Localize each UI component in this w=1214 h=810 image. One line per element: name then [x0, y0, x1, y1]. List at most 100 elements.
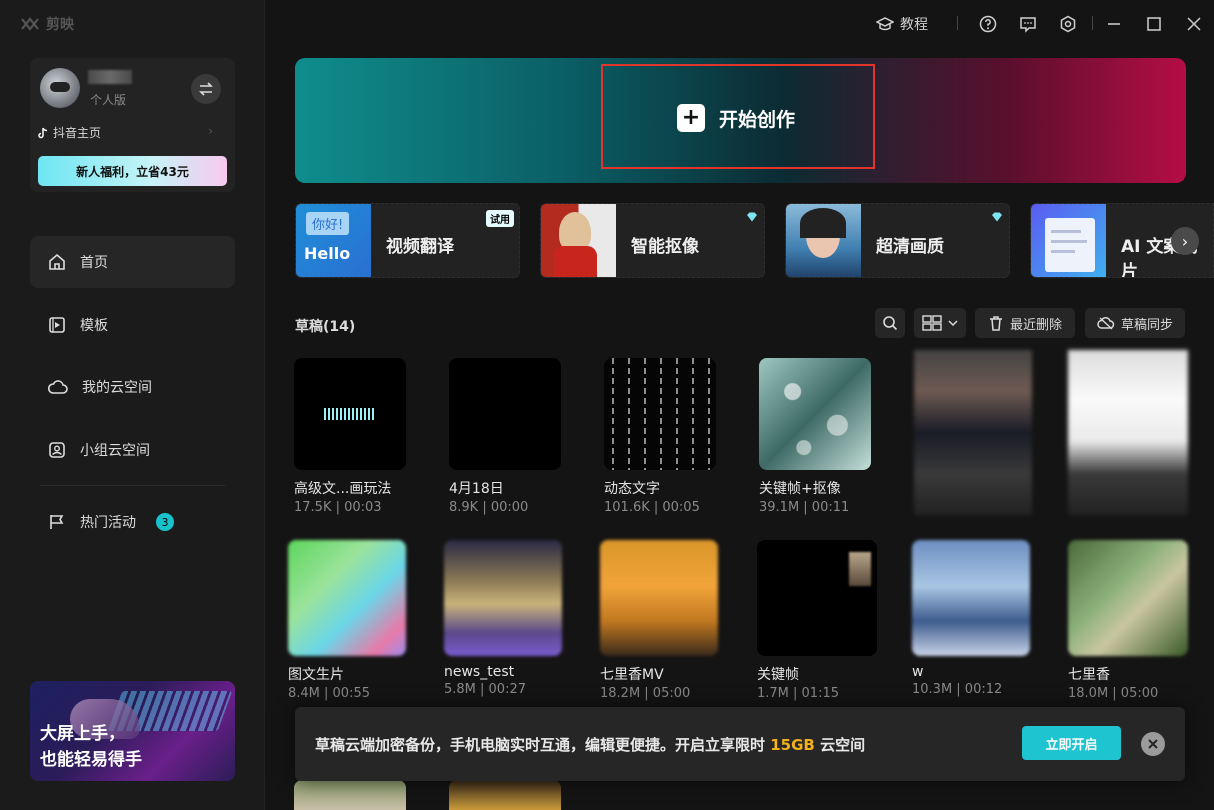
close-window-button[interactable]: [1186, 12, 1202, 36]
cloud-tip-text-after: 云空间: [814, 736, 866, 754]
feature-smart-cutout-label: 智能抠像: [631, 237, 699, 257]
draft-name: w: [912, 664, 924, 680]
cloud-icon: [48, 380, 68, 394]
feature-ai-script-label: AI 文案成片: [1121, 237, 1198, 278]
nav-my-cloud[interactable]: 我的云空间: [30, 361, 235, 413]
graduation-cap-icon: [876, 17, 894, 31]
draft-card[interactable]: [294, 780, 406, 810]
minimize-icon: [1108, 23, 1120, 25]
nav-templates[interactable]: 模板: [30, 299, 235, 351]
draft-sync-label: 草稿同步: [1120, 317, 1173, 333]
draft-meta: 8.4M | 00:55: [288, 686, 370, 701]
draft-thumbnail: [294, 780, 406, 810]
titlebar-separator-2: [1092, 16, 1093, 30]
draft-card[interactable]: 4月18日 8.9K | 00:00: [449, 358, 561, 515]
draft-card-redacted[interactable]: [1068, 350, 1188, 515]
draft-name: 高级文...画玩法: [294, 481, 392, 497]
titlebar-separator: [957, 16, 958, 30]
cloud-backup-tip: 草稿云端加密备份，手机电脑实时互通，编辑更便捷。开启立享限时 15GB 云空间 …: [295, 707, 1185, 781]
draft-card-redacted[interactable]: [914, 350, 1032, 515]
draft-card[interactable]: [449, 780, 561, 810]
feedback-button[interactable]: [1019, 12, 1037, 36]
nav-home-label: 首页: [80, 255, 108, 271]
tutorial-label: 教程: [900, 17, 928, 33]
nav-team-cloud[interactable]: 小组云空间: [30, 424, 235, 476]
draft-name: 关键帧: [757, 667, 799, 683]
chevron-down-icon: [948, 320, 958, 327]
draft-name: 七里香MV: [600, 667, 664, 683]
draft-name: news_test: [444, 664, 515, 680]
maximize-button[interactable]: [1146, 12, 1162, 36]
enable-cloud-button[interactable]: 立即开启: [1022, 726, 1121, 760]
draft-card[interactable]: w 10.3M | 00:12: [912, 540, 1030, 697]
new-user-promo-button[interactable]: 新人福利，立省43元: [38, 156, 227, 186]
draft-thumbnail: [1068, 540, 1188, 656]
hd-quality-thumb: [786, 204, 861, 277]
feature-video-translate[interactable]: 你好! Hello 视频翻译 试用: [295, 203, 520, 278]
minimize-button[interactable]: [1106, 12, 1122, 36]
feature-video-translate-label: 视频翻译: [386, 237, 454, 257]
feature-smart-cutout[interactable]: 智能抠像: [540, 203, 765, 278]
draft-thumbnail: [757, 540, 877, 656]
switch-account-button[interactable]: [191, 74, 221, 104]
draft-meta: 8.9K | 00:00: [449, 500, 529, 515]
home-icon: [49, 253, 65, 270]
avatar[interactable]: [40, 68, 80, 108]
search-icon: [883, 316, 898, 331]
recently-deleted-label: 最近删除: [1009, 317, 1062, 333]
draft-card[interactable]: news_test 5.8M | 00:27: [444, 540, 562, 697]
smart-cutout-thumb: [541, 204, 616, 277]
draft-card[interactable]: 七里香MV 18.2M | 05:00: [600, 540, 718, 701]
feedback-icon: [1020, 17, 1036, 33]
draft-name: 七里香: [1068, 667, 1110, 683]
draft-card[interactable]: 动态文字 101.6K | 00:05: [604, 358, 716, 515]
draft-card[interactable]: 图文生片 8.4M | 00:55: [288, 540, 406, 701]
chevron-right-icon[interactable]: ›: [1171, 227, 1199, 255]
nav-home[interactable]: 首页: [30, 236, 235, 288]
draft-meta: 18.0M | 05:00: [1068, 686, 1159, 701]
close-tip-button[interactable]: [1141, 732, 1165, 756]
draft-thumbnail: [294, 358, 406, 470]
recently-deleted-button[interactable]: 最近删除: [975, 308, 1075, 338]
draft-meta: 10.3M | 00:12: [912, 682, 1003, 697]
settings-button[interactable]: [1059, 12, 1077, 36]
video-translate-thumb: 你好! Hello: [296, 204, 371, 277]
draft-name: 4月18日: [449, 481, 504, 497]
diamond-icon: [747, 212, 757, 222]
draft-card[interactable]: 关键帧+抠像 39.1M | 00:11: [759, 358, 871, 515]
promo-banner-line1: 大屏上手，: [40, 724, 125, 744]
gear-icon: [1060, 15, 1076, 33]
draft-thumbnail: [288, 540, 406, 656]
nav-divider: [40, 485, 225, 486]
grid-view-icon: [922, 315, 942, 331]
tutorial-button[interactable]: 教程: [876, 12, 928, 36]
feature-hd-quality[interactable]: 超清画质: [785, 203, 1010, 278]
search-drafts-button[interactable]: [875, 308, 905, 338]
maximize-icon: [1147, 17, 1161, 31]
view-mode-dropdown[interactable]: [914, 308, 966, 338]
nav-hot-events[interactable]: 热门活动 3: [30, 496, 235, 548]
draft-meta: 5.8M | 00:27: [444, 682, 526, 697]
ai-script-thumb: [1031, 204, 1106, 277]
douyin-link[interactable]: 抖音主页: [38, 124, 101, 141]
draft-card[interactable]: 关键帧 1.7M | 01:15: [757, 540, 877, 701]
draft-name: 动态文字: [604, 481, 660, 497]
douyin-label: 抖音主页: [53, 126, 102, 140]
switch-icon: [199, 82, 213, 96]
chevron-right-icon: ›: [208, 124, 213, 138]
draft-card[interactable]: 高级文...画玩法 17.5K | 00:03: [294, 358, 406, 515]
help-button[interactable]: [979, 12, 997, 36]
cloud-sync-icon: [1097, 316, 1115, 330]
nav-my-cloud-label: 我的云空间: [82, 380, 152, 396]
draft-card[interactable]: 七里香 18.0M | 05:00: [1068, 540, 1188, 701]
draft-name: 关键帧+抠像: [759, 481, 841, 497]
nav-hot-events-label: 热门活动: [80, 515, 136, 531]
team-cloud-icon: [49, 442, 65, 458]
trial-badge: 试用: [486, 210, 514, 227]
sidebar-promo-banner[interactable]: 大屏上手， 也能轻易得手: [30, 681, 235, 781]
draft-thumbnail-redacted: [914, 350, 1032, 515]
draft-sync-button[interactable]: 草稿同步: [1085, 308, 1185, 338]
thumb-hello-cn: 你好!: [306, 212, 350, 235]
promo-banner-line2: 也能轻易得手: [40, 750, 142, 770]
username-redacted: [88, 70, 132, 84]
